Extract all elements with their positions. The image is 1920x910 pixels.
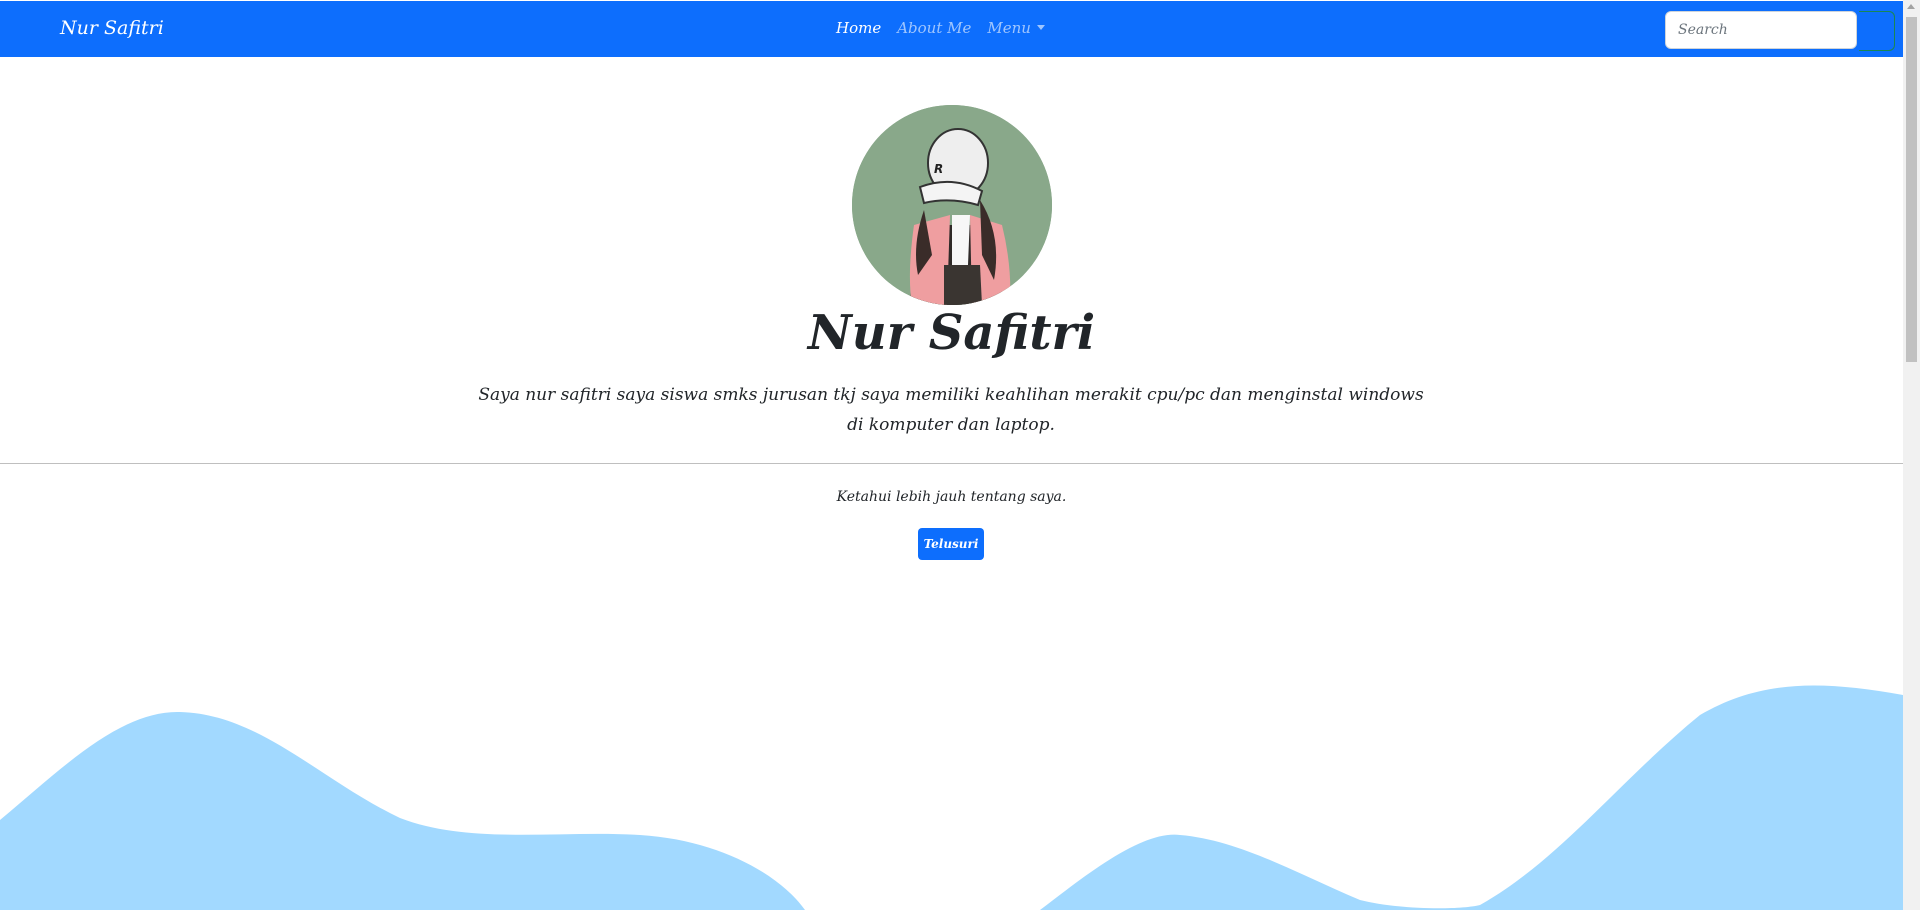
nav-link-home[interactable]: Home [836,19,881,37]
profile-avatar: R [852,105,1052,305]
nav-dropdown-label: Menu [987,19,1031,37]
scrollbar-thumb[interactable] [1906,17,1917,362]
wave-decoration [0,685,1903,910]
section-divider [0,463,1903,464]
navbar-brand[interactable]: Nur Safitri [60,17,164,39]
navbar: Nur Safitri Home About Me Menu [0,1,1903,57]
avatar-illustration: R [852,105,1052,305]
explore-button[interactable]: Telusuri [918,528,984,560]
hero-description: Saya nur safitri saya siswa smks jurusan… [478,385,1424,435]
nav-link-about-me[interactable]: About Me [897,19,971,37]
nav-dropdown-menu[interactable]: Menu [987,19,1045,37]
cta-text: Ketahui lebih jauh tentang saya. [836,489,1067,505]
nav-links: Home About Me Menu [836,19,1045,37]
scroll-up-arrow-icon[interactable] [1907,4,1915,9]
search-button[interactable] [1859,11,1895,51]
search-input[interactable] [1665,11,1857,49]
hero-name: Nur Safitri [807,305,1096,361]
caret-down-icon [1036,25,1045,30]
scrollbar[interactable] [1903,0,1920,910]
svg-text:R: R [934,162,943,176]
